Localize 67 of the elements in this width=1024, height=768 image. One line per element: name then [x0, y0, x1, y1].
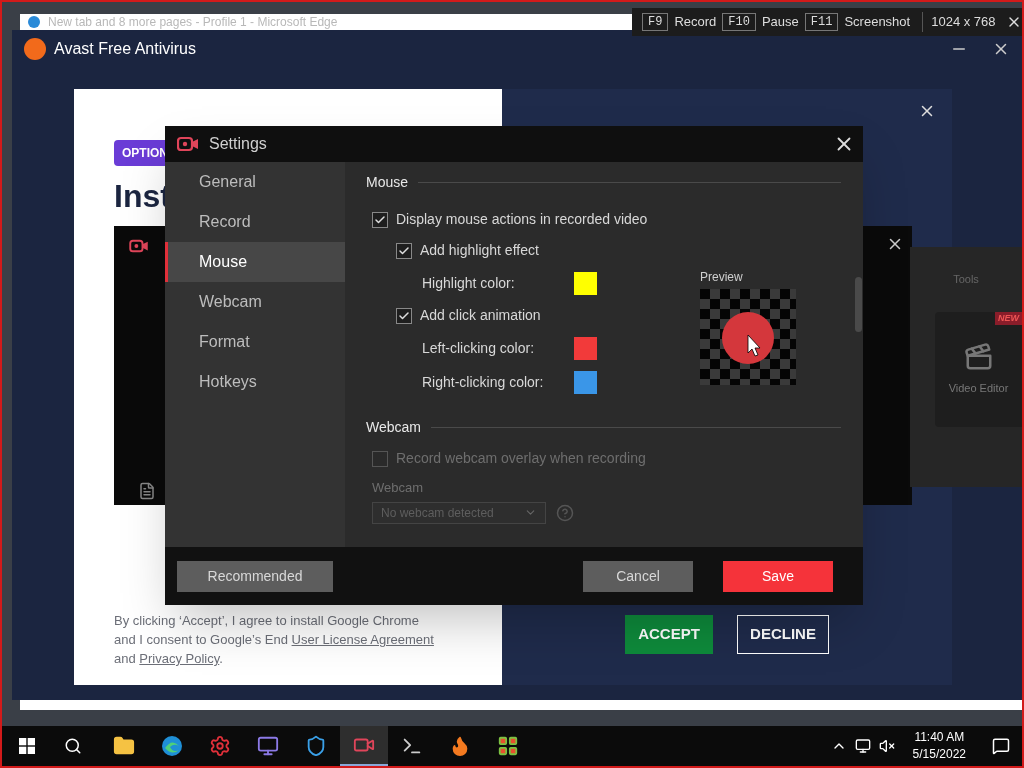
windows-logo-icon[interactable]	[19, 738, 35, 754]
checkbox[interactable]	[396, 242, 412, 259]
search-icon[interactable]	[64, 737, 82, 755]
cancel-button[interactable]: Cancel	[583, 560, 693, 592]
hotkey: F9	[642, 13, 669, 31]
consent-text: By clicking ‘Accept’, I agree to install Google Chrome and I consent to Google’s End User License Agreement and Privacy Policy.	[114, 612, 435, 668]
color-label: Highlight color:	[422, 273, 516, 293]
network-icon[interactable]	[854, 738, 871, 754]
field-label: Webcam	[371, 479, 425, 497]
checkbox[interactable]	[372, 211, 388, 228]
recommended-button[interactable]: Recommended	[177, 560, 333, 592]
folder-icon	[113, 735, 135, 757]
color-label: Left-clicking color:	[422, 338, 536, 358]
checkbox-label: Display mouse actions in recorded video	[396, 210, 648, 229]
check-icon	[374, 213, 386, 226]
section-heading: Webcam	[366, 417, 421, 437]
decline-button[interactable]: DECLINE	[737, 615, 829, 654]
shield-icon	[305, 735, 327, 757]
color-label: Right-clicking color:	[422, 372, 545, 392]
checkbox[interactable]	[396, 307, 412, 324]
sidebar-item[interactable]: Mouse	[165, 242, 345, 282]
save-button[interactable]: Save	[723, 560, 833, 592]
monitor-icon	[257, 735, 279, 757]
window-title: New tab and 8 more pages - Profile 1 - Microsoft Edge	[48, 15, 338, 29]
checkbox-label: Add highlight effect	[420, 241, 539, 260]
browser-logo-icon	[28, 16, 40, 28]
resolution-label: 1024 x 768	[922, 12, 996, 32]
clock-time: 11:40 AM	[914, 729, 965, 746]
checkbox-label: Record webcam overlay when recording	[396, 449, 646, 468]
document-icon	[138, 482, 156, 500]
window-title: Avast Free Antivirus	[54, 39, 197, 59]
dialog-title: Settings	[209, 134, 268, 154]
film-icon	[963, 341, 994, 372]
preview-label: Preview	[700, 269, 744, 286]
scrollbar-thumb[interactable]	[855, 277, 862, 332]
section-heading: Mouse	[366, 172, 409, 192]
browser-icon	[160, 734, 184, 758]
check-icon	[398, 244, 410, 257]
tool-card[interactable]: NEW Video Editor	[935, 311, 1022, 427]
new-badge: NEW	[995, 311, 1022, 325]
hotkey-label: Pause	[761, 13, 799, 32]
hotkey-label: Record	[674, 13, 717, 32]
camera-icon	[177, 136, 199, 152]
accept-button[interactable]: ACCEPT	[625, 615, 713, 654]
hotkey: F11	[804, 13, 839, 31]
sidebar-item[interactable]: Hotkeys	[165, 362, 345, 402]
check-icon	[398, 309, 410, 322]
sidebar-item[interactable]: Webcam	[165, 282, 345, 322]
color-swatch[interactable]	[574, 271, 597, 295]
color-swatch[interactable]	[574, 336, 597, 360]
hotkey: F10	[722, 13, 756, 31]
tool-label: Video Editor	[948, 380, 1009, 396]
camera-icon	[129, 239, 149, 253]
taskbar-app[interactable]	[340, 726, 388, 766]
grid-icon	[497, 735, 519, 757]
consent-link[interactable]: User License Agreement	[291, 632, 434, 647]
clock-date: 5/15/2022	[912, 746, 966, 763]
sidebar-item[interactable]: Record	[165, 202, 345, 242]
gear-icon	[209, 735, 231, 757]
tools-title: Tools	[953, 272, 979, 287]
volume-muted-icon[interactable]	[878, 738, 895, 754]
color-swatch[interactable]	[574, 370, 597, 394]
hotkey-label: Screenshot	[844, 13, 911, 32]
sidebar-item[interactable]: Format	[165, 322, 345, 362]
checkbox-label: Add click animation	[420, 306, 541, 325]
notification-icon[interactable]	[992, 737, 1010, 755]
avast-logo-icon	[24, 38, 46, 60]
